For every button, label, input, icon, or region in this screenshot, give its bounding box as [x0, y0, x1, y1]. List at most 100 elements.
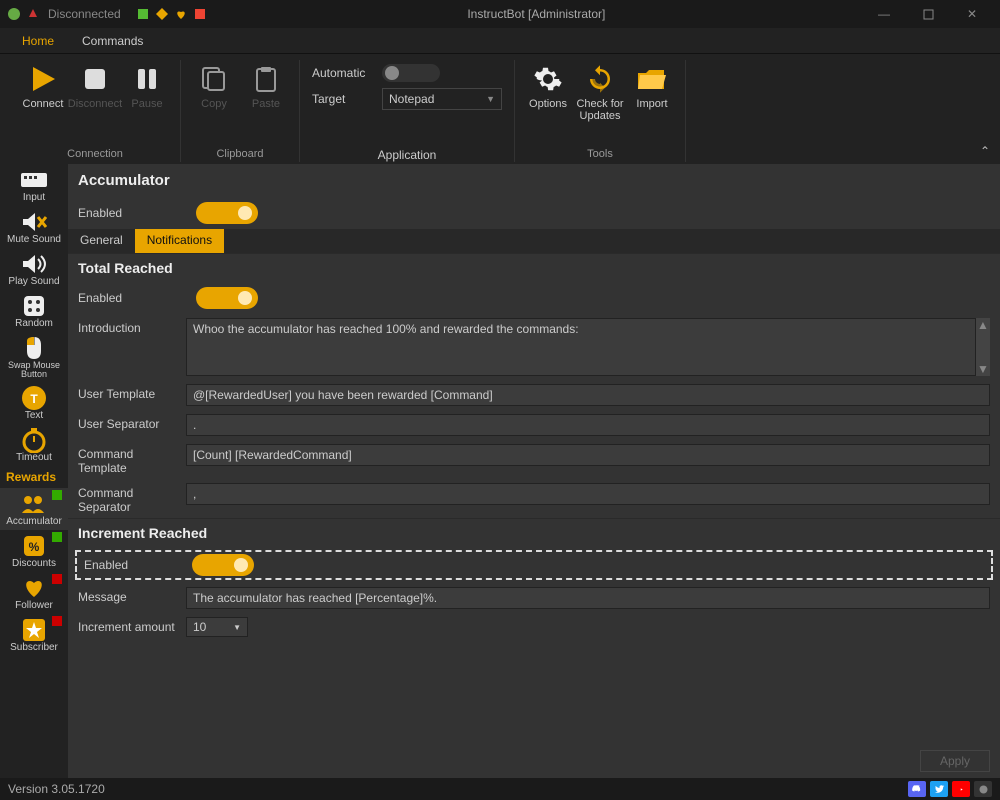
twitter-icon[interactable]: [930, 781, 948, 797]
accumulator-enabled-toggle[interactable]: [196, 202, 258, 224]
section-increment-reached: Increment Reached: [68, 518, 1000, 547]
status-bot-icon[interactable]: [974, 781, 992, 797]
sidebar-item-input[interactable]: Input: [0, 164, 68, 206]
user-template-input[interactable]: @[RewardedUser] you have been rewarded […: [186, 384, 990, 406]
paste-button: Paste: [241, 60, 291, 112]
menubar: Home Commands: [0, 28, 1000, 54]
content-panel: Accumulator Enabled General Notification…: [68, 164, 1000, 778]
message-input[interactable]: The accumulator has reached [Percentage]…: [186, 587, 990, 609]
status-badge: [52, 490, 62, 500]
scrollbar[interactable]: ▲▼: [976, 318, 990, 376]
sidebar-item-play-sound[interactable]: Play Sound: [0, 248, 68, 290]
sidebar-item-accumulator[interactable]: Accumulator: [0, 488, 68, 530]
introduction-input[interactable]: Whoo the accumulator has reached 100% an…: [186, 318, 976, 376]
apply-button[interactable]: Apply: [920, 750, 990, 772]
mute-icon: [19, 209, 49, 235]
sidebar-item-follower[interactable]: Follower: [0, 572, 68, 614]
app-icon: [6, 6, 22, 22]
sidebar-item-timeout[interactable]: Timeout: [0, 424, 68, 466]
user-separator-input[interactable]: .: [186, 414, 990, 436]
group-connection: Connection: [67, 148, 123, 162]
message-label: Message: [78, 587, 182, 604]
stopwatch-icon: [19, 427, 49, 453]
tray-icon-3[interactable]: [173, 6, 189, 22]
connection-status: Disconnected: [48, 7, 121, 21]
svg-text:T: T: [30, 392, 38, 406]
plug-icon: [25, 6, 41, 22]
sidebar-item-text[interactable]: TText: [0, 382, 68, 424]
chevron-down-icon: ▼: [233, 623, 241, 632]
target-combo[interactable]: Notepad▼: [382, 88, 502, 110]
disconnect-button: Disconnect: [70, 60, 120, 112]
discord-icon[interactable]: [908, 781, 926, 797]
increment-enabled-row: Enabled: [74, 549, 994, 581]
refresh-icon: [583, 62, 617, 96]
maximize-button[interactable]: [906, 0, 950, 28]
sidebar-header-rewards: Rewards: [0, 466, 68, 488]
sidebar-item-subscriber[interactable]: Subscriber: [0, 614, 68, 656]
status-badge: [52, 574, 62, 584]
star-icon: [19, 617, 49, 643]
tray-icon-2[interactable]: [154, 6, 170, 22]
pause-icon: [130, 62, 164, 96]
heart-icon: [19, 575, 49, 601]
command-separator-input[interactable]: ,: [186, 483, 990, 505]
mouse-icon: [19, 335, 49, 361]
enabled-label: Enabled: [78, 206, 186, 220]
youtube-icon[interactable]: [952, 781, 970, 797]
tray-icon-1[interactable]: [135, 6, 151, 22]
group-clipboard: Clipboard: [216, 148, 263, 162]
total-enabled-toggle[interactable]: [196, 287, 258, 309]
total-enabled-label: Enabled: [78, 291, 186, 305]
tab-notifications[interactable]: Notifications: [135, 229, 224, 253]
close-button[interactable]: ✕: [950, 0, 994, 28]
speaker-icon: [19, 251, 49, 277]
tray-icon-4[interactable]: [192, 6, 208, 22]
group-application: Application: [378, 148, 437, 162]
increment-enabled-label: Enabled: [84, 558, 182, 572]
command-separator-label: Command Separator: [78, 483, 182, 514]
dice-icon: [19, 293, 49, 319]
ribbon: Connect Disconnect Pause Connection Copy…: [0, 54, 1000, 164]
target-label: Target: [312, 92, 372, 106]
pause-button: Pause: [122, 60, 172, 112]
status-badge: [52, 532, 62, 542]
introduction-label: Introduction: [78, 318, 182, 335]
version-label: Version 3.05.1720: [8, 782, 105, 796]
play-icon: [26, 62, 60, 96]
import-button[interactable]: Import: [627, 60, 677, 124]
statusbar: Version 3.05.1720: [0, 778, 1000, 800]
automatic-label: Automatic: [312, 66, 372, 80]
connect-button[interactable]: Connect: [18, 60, 68, 112]
page-title: Accumulator: [68, 164, 1000, 197]
status-badge: [52, 616, 62, 626]
menu-home[interactable]: Home: [8, 30, 68, 52]
svg-text:%: %: [29, 540, 40, 554]
folder-icon: [635, 62, 669, 96]
percent-icon: %: [19, 533, 49, 559]
chevron-down-icon: ▼: [486, 94, 495, 104]
increment-amount-label: Increment amount: [78, 617, 182, 634]
sidebar-item-discounts[interactable]: %Discounts: [0, 530, 68, 572]
minimize-button[interactable]: —: [862, 0, 906, 28]
paste-icon: [249, 62, 283, 96]
people-icon: [19, 491, 49, 517]
increment-enabled-toggle[interactable]: [192, 554, 254, 576]
copy-icon: [197, 62, 231, 96]
copy-button: Copy: [189, 60, 239, 112]
window-title: InstructBot [Administrator]: [211, 7, 862, 21]
check-updates-button[interactable]: Check for Updates: [575, 60, 625, 124]
options-button[interactable]: Options: [523, 60, 573, 124]
ribbon-collapse[interactable]: ⌃: [980, 144, 990, 158]
tabs: General Notifications: [68, 229, 1000, 253]
sidebar-item-mute-sound[interactable]: Mute Sound: [0, 206, 68, 248]
sidebar-item-random[interactable]: Random: [0, 290, 68, 332]
automatic-toggle[interactable]: [382, 64, 440, 82]
keyboard-icon: [19, 167, 49, 193]
menu-commands[interactable]: Commands: [68, 30, 157, 52]
sidebar-item-swap-mouse[interactable]: Swap Mouse Button: [0, 332, 68, 382]
command-template-label: Command Template: [78, 444, 182, 475]
increment-amount-combo[interactable]: 10▼: [186, 617, 248, 637]
tab-general[interactable]: General: [68, 229, 135, 253]
command-template-input[interactable]: [Count] [RewardedCommand]: [186, 444, 990, 466]
